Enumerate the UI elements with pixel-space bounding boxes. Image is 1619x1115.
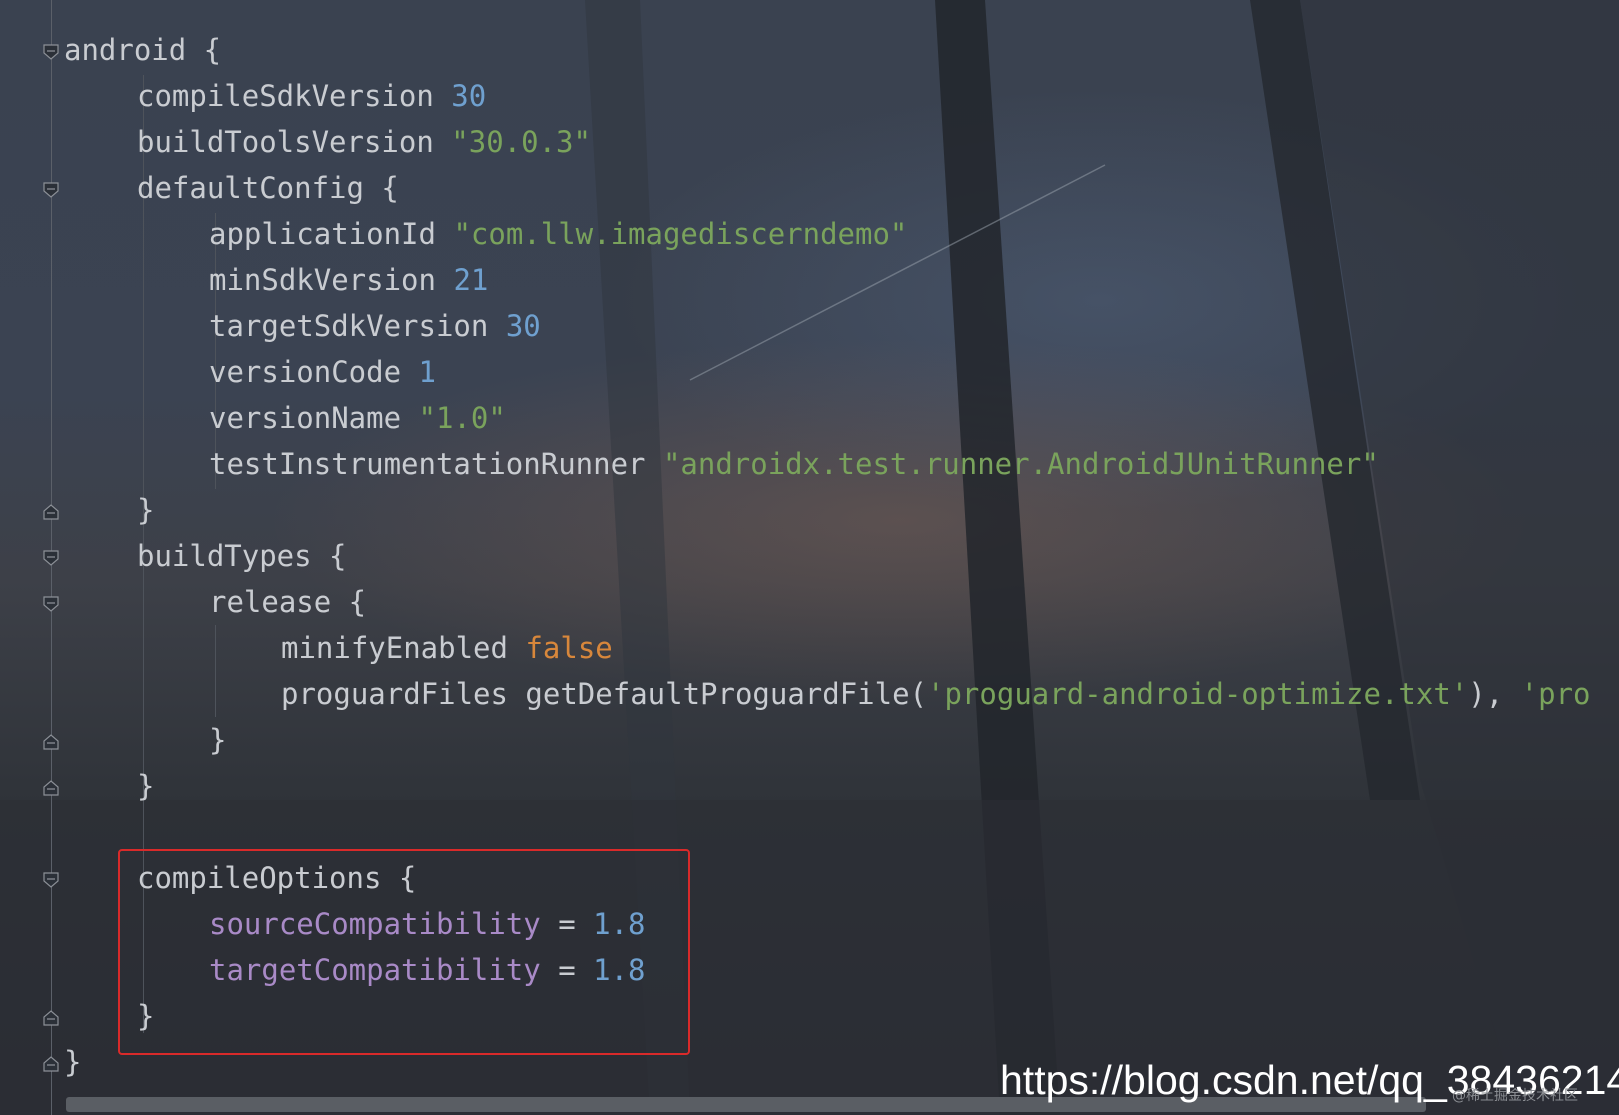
fold-collapse-icon[interactable] <box>42 43 60 61</box>
code-line: buildTypes { <box>137 533 347 579</box>
code-line: applicationId "com.llw.imagediscerndemo" <box>209 211 907 257</box>
code-token: "1.0" <box>418 401 506 435</box>
code-token: buildToolsVersion <box>137 125 452 159</box>
watermark-small: @稀土掘金技术社区 <box>1452 1088 1578 1104</box>
code-line: } <box>137 487 154 533</box>
fold-end-icon[interactable] <box>42 733 60 751</box>
code-line: testInstrumentationRunner "androidx.test… <box>209 441 1379 487</box>
code-line: android { <box>64 27 221 73</box>
fold-end-icon[interactable] <box>42 503 60 521</box>
code-token: } <box>209 723 227 757</box>
code-line: } <box>209 717 226 763</box>
code-line: versionCode 1 <box>209 349 436 395</box>
code-token: versionCode <box>209 355 419 389</box>
code-token: } <box>137 493 155 527</box>
code-line: release { <box>209 579 366 625</box>
fold-collapse-icon[interactable] <box>42 549 60 567</box>
code-line: minifyEnabled false <box>281 625 613 671</box>
code-line: minSdkVersion 21 <box>209 257 488 303</box>
fold-end-icon[interactable] <box>42 1009 60 1027</box>
code-token: minifyEnabled <box>281 631 526 665</box>
code-line: versionName "1.0" <box>209 395 506 441</box>
code-editor[interactable]: android {compileSdkVersion 30 buildToolsV… <box>0 0 1619 1115</box>
code-token: testInstrumentationRunner <box>209 447 663 481</box>
code-token: "30.0.3" <box>451 125 591 159</box>
fold-collapse-icon[interactable] <box>42 871 60 889</box>
indent-guide <box>215 625 216 717</box>
code-token: versionName <box>209 401 419 435</box>
code-token: 'pro <box>1520 677 1591 711</box>
fold-end-icon[interactable] <box>42 779 60 797</box>
code-token: 'proguard-android-optimize.txt' <box>927 677 1469 711</box>
code-token: "androidx.test.runner.AndroidJUnitRunner… <box>662 447 1379 481</box>
code-token: minSdkVersion <box>209 263 454 297</box>
code-token: targetSdkVersion <box>209 309 506 343</box>
code-token: proguardFiles getDefaultProguardFile( <box>281 677 928 711</box>
code-token: ), <box>1468 677 1521 711</box>
code-token: } <box>64 1045 82 1079</box>
fold-end-icon[interactable] <box>42 1055 60 1073</box>
code-line: compileSdkVersion 30 <box>137 73 486 119</box>
code-line: defaultConfig { <box>137 165 399 211</box>
code-token: 30 <box>451 79 487 113</box>
code-line: } <box>64 1039 81 1085</box>
code-token: buildTypes { <box>137 539 347 573</box>
code-token: 21 <box>453 263 489 297</box>
code-token: } <box>137 769 155 803</box>
code-line: } <box>137 763 154 809</box>
code-token: android { <box>64 33 222 67</box>
code-token: false <box>525 631 613 665</box>
fold-collapse-icon[interactable] <box>42 595 60 613</box>
code-token: defaultConfig { <box>137 171 399 205</box>
highlight-box <box>118 849 690 1055</box>
code-line: targetSdkVersion 30 <box>209 303 541 349</box>
code-token: release { <box>209 585 367 619</box>
code-token: compileSdkVersion <box>137 79 452 113</box>
code-token: "com.llw.imagediscerndemo" <box>453 217 908 251</box>
fold-collapse-icon[interactable] <box>42 181 60 199</box>
code-line: buildToolsVersion "30.0.3" <box>137 119 591 165</box>
code-token: 1 <box>418 355 436 389</box>
code-token: applicationId <box>209 217 454 251</box>
code-token: 30 <box>505 309 541 343</box>
code-line: proguardFiles getDefaultProguardFile('pr… <box>281 671 1591 717</box>
